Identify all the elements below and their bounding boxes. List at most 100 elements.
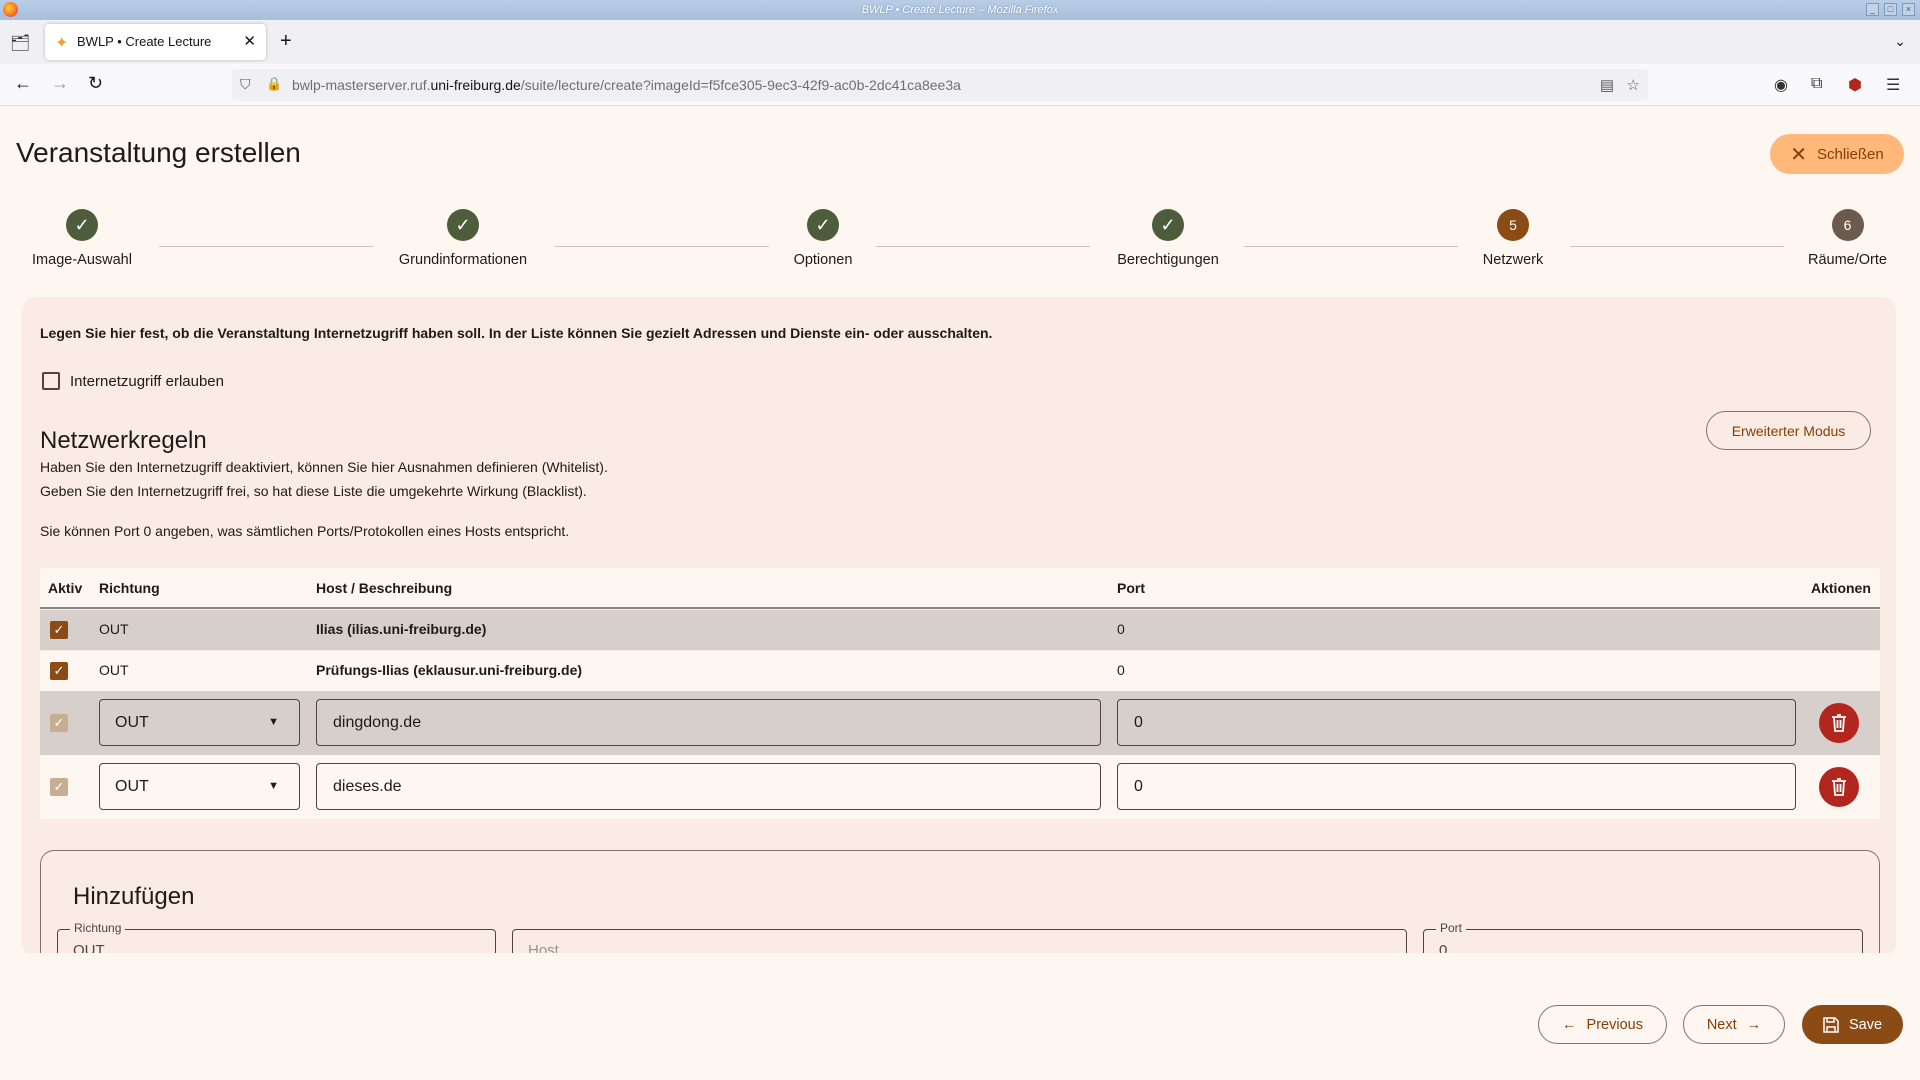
next-button[interactable]: Next → [1683,1005,1785,1044]
new-tab-icon[interactable]: + [280,30,292,53]
reload-icon[interactable]: ↻ [88,73,103,94]
close-button[interactable]: ✕ Schließen [1770,134,1904,174]
lock-icon[interactable]: 🔒 [266,76,282,92]
tab-title: BWLP • Create Lecture [77,34,212,49]
rules-title: Netzwerkregeln [40,427,207,454]
step-grundinformationen[interactable]: ✓ Grundinformationen [393,209,533,268]
check-icon: ✓ [66,209,98,241]
window-title: BWLP • Create Lecture – Mozilla Firefox [861,4,1059,16]
url-bar[interactable]: ⛉ 🔒 bwlp-masterserver.ruf.uni-freiburg.d… [232,69,1648,101]
page-title: Veranstaltung erstellen [16,137,301,168]
close-window-icon[interactable]: × [1902,3,1915,16]
arrow-left-icon: ← [1562,1016,1577,1033]
tab-bwlp[interactable]: ✦ BWLP • Create Lecture ✕ [45,24,266,60]
ublock-icon[interactable]: ⬢ [1848,75,1862,95]
step-number: 6 [1831,209,1864,241]
rule-direction-select[interactable]: OUT ▼ [99,763,300,810]
dropdown-arrow-icon: ▼ [268,780,279,792]
table-row: ✓ OUT ▼ dieses.de 0 [40,755,1880,819]
rule-active-checkbox[interactable]: ✓ [50,778,68,796]
step-connector [1570,246,1784,247]
forward-arrow-icon[interactable]: → [51,73,69,94]
trash-icon [1832,778,1846,796]
window-titlebar: BWLP • Create Lecture – Mozilla Firefox … [0,0,1920,20]
step-netzwerk[interactable]: 5 Netzwerk [1473,209,1553,268]
internet-access-label: Internetzugriff erlauben [70,372,224,390]
close-icon: ✕ [1790,143,1808,166]
advanced-mode-button[interactable]: Erweiterter Modus [1706,411,1871,450]
add-port-label: Port [1436,921,1467,935]
table-row: ✓ OUT Prüfungs-Ilias (eklausur.uni-freib… [40,651,1880,691]
account-icon[interactable]: ◉ [1774,75,1788,95]
step-raeume-orte[interactable]: 6 Räume/Orte [1800,209,1895,268]
delete-rule-button[interactable] [1819,703,1859,743]
save-label: Save [1848,1016,1883,1033]
step-label: Räume/Orte [1808,252,1887,268]
close-button-label: Schließen [1817,145,1884,163]
rule-port: 0 [1117,662,1125,678]
rule-port-input[interactable]: 0 [1117,763,1796,810]
header-host: Host / Beschreibung [316,580,453,596]
url-text[interactable]: bwlp-masterserver.ruf.uni-freiburg.de/su… [292,77,961,93]
list-all-tabs-icon[interactable]: 🗂 [10,33,30,53]
rule-port: 0 [1117,621,1125,637]
arrow-right-icon: → [1746,1016,1762,1033]
rule-active-checkbox[interactable]: ✓ [50,714,68,732]
firefox-logo-icon [3,2,18,17]
rule-host: Ilias (ilias.uni-freiburg.de) [316,621,487,637]
add-direction-label: Richtung [70,921,126,935]
back-arrow-icon[interactable]: ← [14,73,32,94]
step-connector [555,246,769,247]
rules-table-header: Aktiv Richtung Host / Beschreibung Port … [40,568,1880,609]
step-label: Berechtigungen [1117,252,1219,268]
internet-access-toggle[interactable]: Internetzugriff erlauben [42,372,224,390]
hamburger-menu-icon[interactable]: ☰ [1886,75,1900,95]
step-connector [1244,246,1458,247]
rule-direction: OUT [99,621,129,637]
navigation-bar: ← → ↻ ⛉ 🔒 bwlp-masterserver.ruf.uni-frei… [0,64,1920,106]
check-icon: ✓ [447,209,479,241]
step-berechtigungen[interactable]: ✓ Berechtigungen [1108,209,1228,268]
header-active: Aktiv [48,580,83,596]
delete-rule-button[interactable] [1819,767,1859,807]
rule-active-checkbox[interactable]: ✓ [50,662,68,680]
step-label: Optionen [793,252,853,268]
rule-host-input[interactable]: dieses.de [316,763,1101,810]
save-icon [1823,1016,1839,1033]
step-label: Grundinformationen [398,252,528,268]
step-optionen[interactable]: ✓ Optionen [783,209,863,268]
rule-active-checkbox[interactable]: ✓ [50,621,68,639]
rules-description-whitelist: Haben Sie den Internetzugriff deaktivier… [40,459,608,475]
step-image-auswahl[interactable]: ✓ Image-Auswahl [32,209,132,268]
step-number: 5 [1497,209,1529,241]
step-label: Netzwerk [1482,252,1544,268]
extensions-icon[interactable]: ⧉ [1811,75,1822,93]
rule-direction: OUT [99,662,129,678]
minimize-window-icon[interactable]: _ [1866,3,1879,16]
rule-direction-select[interactable]: OUT ▼ [99,699,300,746]
rule-host-input[interactable]: dingdong.de [316,699,1101,746]
previous-button[interactable]: ← Previous [1538,1005,1667,1044]
tab-strip: 🗂 ✦ BWLP • Create Lecture ✕ + ⌄ [0,20,1920,64]
tracking-shield-icon[interactable]: ⛉ [240,76,251,93]
step-connector [876,246,1090,247]
reader-view-icon[interactable]: ▤ [1600,76,1614,94]
maximize-window-icon[interactable]: □ [1884,3,1897,16]
step-connector [159,246,373,247]
network-intro: Legen Sie hier fest, ob die Veranstaltun… [40,325,993,341]
rule-port-input[interactable]: 0 [1117,699,1796,746]
save-button[interactable]: Save [1802,1005,1903,1044]
chevron-down-icon[interactable]: ⌄ [1894,33,1906,50]
rules-description-blacklist: Geben Sie den Internetzugriff frei, so h… [40,483,587,499]
check-icon: ✓ [807,209,839,241]
next-label: Next [1706,1016,1737,1033]
previous-label: Previous [1586,1016,1643,1033]
add-rule-title: Hinzufügen [73,883,195,910]
dropdown-arrow-icon: ▼ [268,716,279,728]
bookmark-star-icon[interactable]: ☆ [1627,76,1640,94]
port-zero-hint: Sie können Port 0 angeben, was sämtliche… [40,523,570,539]
header-direction: Richtung [99,580,160,596]
close-tab-icon[interactable]: ✕ [243,32,256,50]
check-icon: ✓ [1152,209,1184,241]
internet-access-checkbox[interactable] [42,372,60,390]
